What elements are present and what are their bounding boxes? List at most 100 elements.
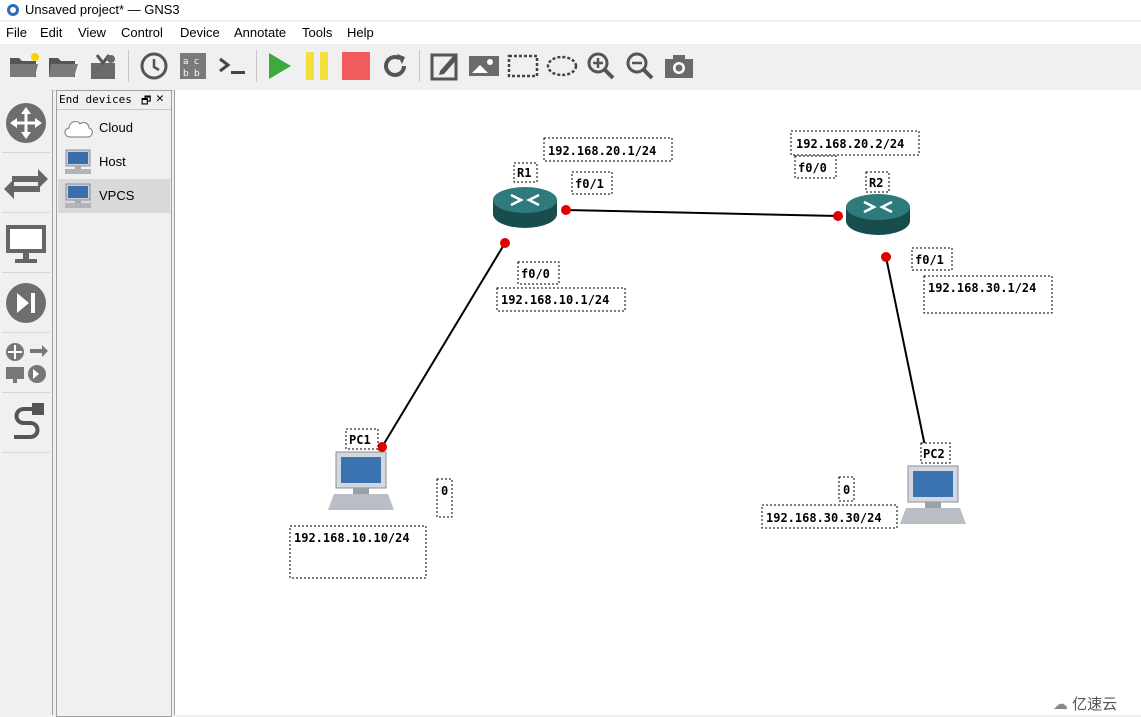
device-type-bar <box>0 90 53 715</box>
label-pc1-ip[interactable]: 192.168.10.10/24 <box>294 531 410 545</box>
port-r2-f00[interactable] <box>833 211 843 221</box>
open-project-button[interactable] <box>7 49 41 83</box>
label-r1-f01-ip[interactable]: 192.168.20.1/24 <box>548 144 656 158</box>
console-icon <box>219 57 245 74</box>
start-icon <box>269 53 291 79</box>
browse-security-devices-button[interactable] <box>2 274 50 333</box>
link-r2-pc2[interactable] <box>885 256 928 457</box>
zoom-out-icon <box>626 52 654 80</box>
security-device-icon <box>6 283 46 323</box>
node-name-r1[interactable]: R1 <box>517 166 531 180</box>
watermark-text: 亿速云 <box>1072 696 1118 713</box>
start-button[interactable] <box>262 49 296 83</box>
draw-rectangle-icon <box>507 54 539 78</box>
svg-text:b: b <box>183 69 189 79</box>
link-r1-pc1[interactable] <box>381 242 506 448</box>
float-dock-icon[interactable]: 🗗 <box>141 92 151 111</box>
menu-file[interactable]: File <box>6 25 27 40</box>
browse-routers-button[interactable] <box>2 94 50 153</box>
label-r2-f01[interactable]: f0/1 <box>915 253 944 267</box>
show-labels-icon: a c b b <box>180 53 206 79</box>
console-button[interactable] <box>215 49 249 83</box>
reload-button[interactable] <box>378 49 412 83</box>
label-r2-f00-ip[interactable]: 192.168.20.2/24 <box>796 137 904 151</box>
open-project-icon <box>10 53 39 77</box>
pc-pc2[interactable] <box>900 465 966 524</box>
main-toolbar: a c b b <box>0 44 1141 91</box>
clock-button[interactable] <box>137 49 171 83</box>
save-snapshot-icon <box>91 54 115 79</box>
save-snapshot-button[interactable] <box>86 49 120 83</box>
label-r1-f00[interactable]: f0/0 <box>521 267 550 281</box>
screenshot-button[interactable] <box>662 49 696 83</box>
stop-button[interactable] <box>339 49 373 83</box>
pc-pc1[interactable] <box>328 451 394 510</box>
pause-icon <box>306 52 328 80</box>
device-item-vpcs[interactable]: VPCS <box>58 179 170 213</box>
device-item-host[interactable]: Host <box>58 145 170 179</box>
switch-icon <box>4 169 48 199</box>
window-title: Unsaved project* — GNS3 <box>25 2 180 17</box>
zoom-out-button[interactable] <box>623 49 657 83</box>
stop-icon <box>342 52 370 80</box>
cable-icon <box>14 403 44 439</box>
device-label: Cloud <box>99 120 133 135</box>
label-r2-f01-ip[interactable]: 192.168.30.1/24 <box>928 281 1036 295</box>
menu-help[interactable]: Help <box>347 25 374 40</box>
show-labels-button[interactable]: a c b b <box>176 49 210 83</box>
watermark-logo-icon: ☁ <box>1053 696 1068 713</box>
draw-ellipse-icon <box>546 55 578 77</box>
label-pc1-port[interactable]: 0 <box>441 484 448 498</box>
close-dock-icon[interactable]: ✕ <box>156 91 164 106</box>
cloud-icon <box>64 120 93 138</box>
label-pc2-ip[interactable]: 192.168.30.30/24 <box>766 511 882 525</box>
menu-edit[interactable]: Edit <box>40 25 62 40</box>
reload-icon <box>384 54 406 77</box>
zoom-in-button[interactable] <box>584 49 618 83</box>
router-icon <box>6 103 46 143</box>
menu-annotate[interactable]: Annotate <box>234 25 286 40</box>
label-r1-f01[interactable]: f0/1 <box>575 177 604 191</box>
draw-ellipse-button[interactable] <box>545 49 579 83</box>
add-link-button[interactable] <box>2 394 50 453</box>
node-name-pc2[interactable]: PC2 <box>923 447 945 461</box>
link-r1-r2[interactable] <box>565 209 839 217</box>
zoom-in-icon <box>587 52 615 80</box>
pause-button[interactable] <box>300 49 334 83</box>
all-devices-icon <box>6 343 48 383</box>
browse-end-devices-button[interactable] <box>2 214 50 273</box>
device-item-cloud[interactable]: Cloud <box>58 111 170 145</box>
insert-picture-icon <box>469 56 499 76</box>
device-label: VPCS <box>99 188 135 203</box>
menu-view[interactable]: View <box>78 25 106 40</box>
topology-canvas[interactable]: R1 R2 PC1 PC2 192.168.20.1/24 f0/1 192.1… <box>174 90 1141 715</box>
menu-control[interactable]: Control <box>121 25 163 40</box>
browse-switches-button[interactable] <box>2 154 50 213</box>
topology-svg[interactable]: R1 R2 PC1 PC2 192.168.20.1/24 f0/1 192.1… <box>175 90 1141 715</box>
router-r1[interactable] <box>493 187 557 228</box>
port-r2-f01[interactable] <box>881 252 891 262</box>
open-folder-button[interactable] <box>46 49 80 83</box>
insert-picture-button[interactable] <box>467 49 501 83</box>
end-devices-dock: End devices 🗗 ✕ Cloud Host VPCS <box>56 90 172 717</box>
router-r2[interactable] <box>846 194 910 235</box>
label-r2-f00[interactable]: f0/0 <box>798 161 827 175</box>
port-r1-f00[interactable] <box>500 238 510 248</box>
screenshot-icon <box>665 55 693 78</box>
label-pc2-port[interactable]: 0 <box>843 483 850 497</box>
label-r1-f00-ip[interactable]: 192.168.10.1/24 <box>501 293 609 307</box>
browse-all-devices-button[interactable] <box>2 334 50 393</box>
add-note-button[interactable] <box>428 49 462 83</box>
gns3-app-icon <box>7 4 19 16</box>
dock-title: End devices <box>59 93 132 106</box>
node-name-pc1[interactable]: PC1 <box>349 433 371 447</box>
port-r1-f01[interactable] <box>561 205 571 215</box>
dock-title-bar: End devices 🗗 ✕ <box>57 91 171 110</box>
node-name-r2[interactable]: R2 <box>869 176 883 190</box>
menu-device[interactable]: Device <box>180 25 220 40</box>
draw-rectangle-button[interactable] <box>506 49 540 83</box>
menu-tools[interactable]: Tools <box>302 25 332 40</box>
watermark: ☁ 亿速云 <box>1053 693 1117 714</box>
host-icon <box>65 149 91 174</box>
device-label: Host <box>99 154 126 169</box>
